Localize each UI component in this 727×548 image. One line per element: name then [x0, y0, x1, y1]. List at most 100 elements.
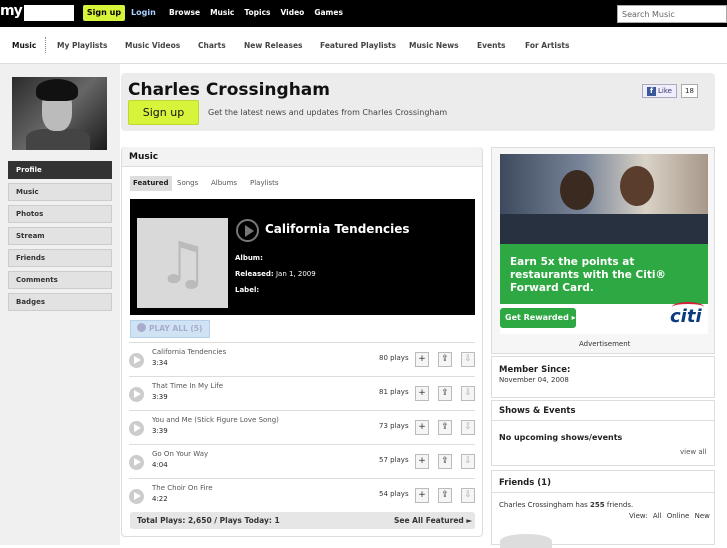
track-row: California Tendencies 3:34 80 plays + ⇪ …: [129, 342, 475, 376]
subnav-for-artists[interactable]: For Artists: [525, 41, 569, 50]
track-play-button[interactable]: [129, 421, 144, 436]
page-title: Charles Crossingham: [128, 80, 330, 100]
subnav-events[interactable]: Events: [477, 41, 506, 50]
citi-logo[interactable]: citi: [670, 302, 704, 327]
track-plays: 57 plays: [379, 456, 409, 464]
track-name[interactable]: The Choir On Fire: [152, 484, 213, 492]
top-signup-button[interactable]: Sign up: [83, 5, 125, 21]
facebook-like-count: 18: [681, 84, 698, 98]
nav-topics[interactable]: Topics: [244, 8, 270, 17]
play-all-button[interactable]: PLAY ALL (5): [130, 320, 210, 338]
track-plays: 81 plays: [379, 388, 409, 396]
friends-count-text: Charles Crossingham has 255 friends.: [499, 501, 634, 509]
subnav-music-videos[interactable]: Music Videos: [125, 41, 180, 50]
search-input[interactable]: Search Music: [617, 5, 727, 23]
download-icon[interactable]: ⇩: [461, 352, 475, 367]
share-icon[interactable]: ⇪: [438, 420, 452, 435]
track-plays: 54 plays: [379, 490, 409, 498]
tab-featured[interactable]: Featured: [130, 176, 172, 191]
share-icon[interactable]: ⇪: [438, 454, 452, 469]
ad-image[interactable]: [500, 154, 708, 244]
sidebar-item-stream[interactable]: Stream: [8, 227, 112, 245]
track-name[interactable]: That Time In My Life: [152, 382, 223, 390]
play-icon: [137, 323, 146, 332]
myspace-logo[interactable]: my: [0, 3, 76, 22]
track-name[interactable]: California Tendencies: [152, 348, 226, 356]
tab-playlists[interactable]: Playlists: [247, 176, 282, 191]
shows-events-title: Shows & Events: [499, 406, 576, 416]
subnav-divider: [45, 37, 46, 53]
add-icon[interactable]: +: [415, 420, 429, 435]
subnav-my-playlists[interactable]: My Playlists: [57, 41, 107, 50]
nav-games[interactable]: Games: [314, 8, 343, 17]
add-icon[interactable]: +: [415, 386, 429, 401]
download-icon[interactable]: ⇩: [461, 386, 475, 401]
subnav-new-releases[interactable]: New Releases: [244, 41, 303, 50]
track-row: You and Me (Stick Figure Love Song) 3:39…: [129, 410, 475, 444]
subnav-charts[interactable]: Charts: [198, 41, 226, 50]
track-duration: 3:39: [152, 427, 168, 435]
facebook-like-button[interactable]: f Like: [642, 84, 677, 98]
friends-title: Friends (1): [499, 478, 551, 488]
filter-all[interactable]: All: [653, 512, 662, 520]
get-rewarded-button[interactable]: Get Rewarded ▸: [500, 308, 576, 328]
track-row: The Choir On Fire 4:22 54 plays + ⇪ ⇩: [129, 478, 475, 512]
track-name[interactable]: Go On Your Way: [152, 450, 208, 458]
add-icon[interactable]: +: [415, 352, 429, 367]
track-duration: 3:39: [152, 393, 168, 401]
sidebar-item-profile[interactable]: Profile: [8, 161, 112, 179]
friend-avatar[interactable]: [500, 534, 552, 548]
track-duration: 4:04: [152, 461, 168, 469]
nav-video[interactable]: Video: [280, 8, 304, 17]
share-icon[interactable]: ⇪: [438, 352, 452, 367]
signup-button[interactable]: Sign up: [128, 100, 199, 125]
logo-text: my: [0, 3, 23, 19]
track-play-button[interactable]: [129, 353, 144, 368]
login-link[interactable]: Login: [131, 8, 156, 17]
sidebar-item-comments[interactable]: Comments: [8, 271, 112, 289]
sidebar-item-photos[interactable]: Photos: [8, 205, 112, 223]
sidebar-item-badges[interactable]: Badges: [8, 293, 112, 311]
sidebar-item-music[interactable]: Music: [8, 183, 112, 201]
tab-songs[interactable]: Songs: [174, 176, 201, 191]
download-icon[interactable]: ⇩: [461, 420, 475, 435]
sidebar-item-friends[interactable]: Friends: [8, 249, 112, 267]
track-plays: 80 plays: [379, 354, 409, 362]
track-play-button[interactable]: [129, 455, 144, 470]
add-icon[interactable]: +: [415, 488, 429, 503]
subnav-music-news[interactable]: Music News: [409, 41, 459, 50]
top-nav: Browse Music Topics Video Games: [169, 8, 343, 17]
nav-browse[interactable]: Browse: [169, 8, 200, 17]
track-duration: 4:22: [152, 495, 168, 503]
download-icon[interactable]: ⇩: [461, 454, 475, 469]
featured-album: Album:: [235, 254, 263, 262]
signup-tagline: Get the latest news and updates from Cha…: [208, 108, 448, 117]
filter-new[interactable]: New: [695, 512, 710, 520]
track-row: Go On Your Way 4:04 57 plays + ⇪ ⇩: [129, 444, 475, 478]
ad-headline[interactable]: Earn 5x the points at restaurants with t…: [510, 256, 700, 295]
featured-play-button[interactable]: [236, 219, 259, 242]
share-icon[interactable]: ⇪: [438, 386, 452, 401]
tab-albums[interactable]: Albums: [208, 176, 240, 191]
subnav-music[interactable]: Music: [12, 41, 36, 50]
friends-view-filter: View: All Online New: [629, 512, 710, 520]
view-all-link[interactable]: view all: [680, 448, 707, 456]
no-shows-text: No upcoming shows/events: [499, 433, 623, 442]
advertisement-label: Advertisement: [579, 340, 631, 348]
filter-online[interactable]: Online: [667, 512, 690, 520]
track-name[interactable]: You and Me (Stick Figure Love Song): [152, 416, 279, 424]
music-title: Music: [129, 152, 159, 162]
avatar[interactable]: [12, 77, 107, 150]
music-subnav: Music My Playlists Music Videos Charts N…: [0, 27, 727, 64]
track-play-button[interactable]: [129, 489, 144, 504]
track-play-button[interactable]: [129, 387, 144, 402]
nav-music[interactable]: Music: [210, 8, 234, 17]
facebook-like-label: Like: [658, 87, 672, 95]
download-icon[interactable]: ⇩: [461, 488, 475, 503]
see-all-featured-link[interactable]: See All Featured ►: [394, 516, 472, 525]
share-icon[interactable]: ⇪: [438, 488, 452, 503]
subnav-featured-playlists[interactable]: Featured Playlists: [320, 41, 396, 50]
facebook-icon: f: [647, 87, 656, 96]
add-icon[interactable]: +: [415, 454, 429, 469]
track-row: That Time In My Life 3:39 81 plays + ⇪ ⇩: [129, 376, 475, 410]
